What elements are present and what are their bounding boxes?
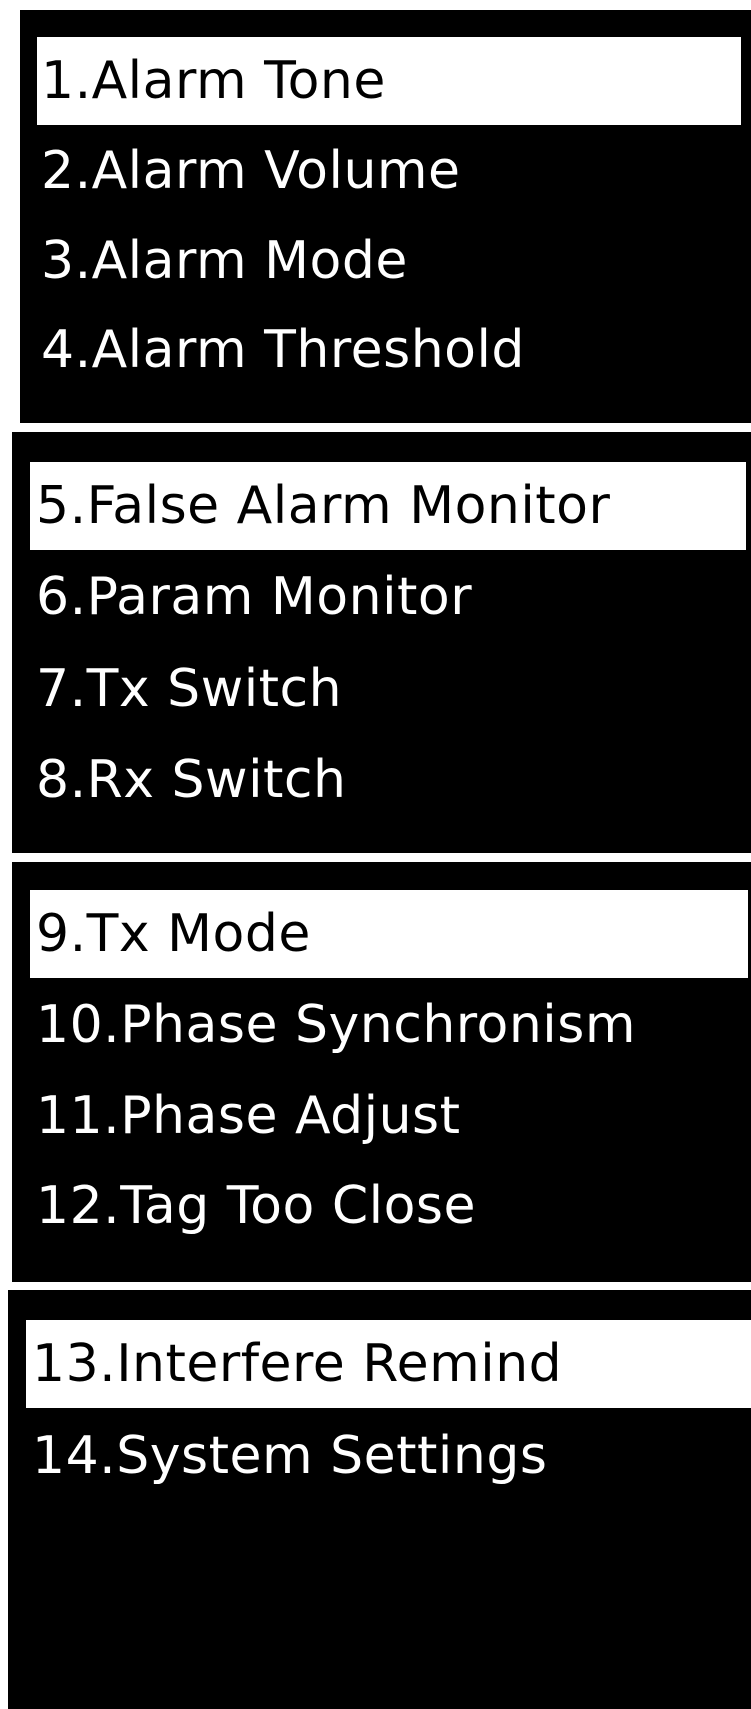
menu-item-alarm-threshold[interactable]: 4.Alarm Threshold — [37, 306, 741, 394]
menu-screen-1: 1.Alarm Tone 2.Alarm Volume 3.Alarm Mode… — [20, 10, 751, 423]
menu-item-alarm-tone[interactable]: 1.Alarm Tone — [37, 37, 741, 125]
menu-item-label: 8.Rx Switch — [36, 750, 347, 810]
menu-item-tag-too-close[interactable]: 12.Tag Too Close — [30, 1162, 748, 1250]
menu-item-label: 3.Alarm Mode — [41, 231, 408, 291]
menu-item-alarm-mode[interactable]: 3.Alarm Mode — [37, 217, 741, 305]
menu-item-phase-adjust[interactable]: 11.Phase Adjust — [30, 1072, 748, 1160]
menu-item-rx-switch[interactable]: 8.Rx Switch — [30, 736, 746, 824]
menu-item-label: 10.Phase Synchronism — [36, 995, 636, 1055]
menu-item-interfere-remind[interactable]: 13.Interfere Remind — [26, 1320, 751, 1408]
menu-item-label: 9.Tx Mode — [36, 904, 311, 964]
menu-item-label: 2.Alarm Volume — [41, 141, 461, 201]
menu-item-label: 4.Alarm Threshold — [41, 320, 525, 380]
menu-item-param-monitor[interactable]: 6.Param Monitor — [30, 553, 746, 641]
menu-item-phase-synchronism[interactable]: 10.Phase Synchronism — [30, 981, 748, 1069]
menu-screen-3: 9.Tx Mode 10.Phase Synchronism 11.Phase … — [12, 862, 751, 1282]
menu-item-false-alarm-monitor[interactable]: 5.False Alarm Monitor — [30, 462, 746, 550]
menu-item-label: 1.Alarm Tone — [41, 51, 386, 111]
menu-item-system-settings[interactable]: 14.System Settings — [26, 1412, 751, 1500]
menu-item-label: 5.False Alarm Monitor — [36, 476, 611, 536]
menu-screen-2: 5.False Alarm Monitor 6.Param Monitor 7.… — [12, 432, 751, 853]
menu-item-label: 11.Phase Adjust — [36, 1086, 461, 1146]
menu-item-label: 6.Param Monitor — [36, 567, 473, 627]
menu-item-label: 13.Interfere Remind — [32, 1334, 563, 1394]
menu-item-tx-switch[interactable]: 7.Tx Switch — [30, 645, 746, 733]
menu-screen-4: 13.Interfere Remind 14.System Settings — [8, 1290, 751, 1709]
menu-item-tx-mode[interactable]: 9.Tx Mode — [30, 890, 748, 978]
menu-item-alarm-volume[interactable]: 2.Alarm Volume — [37, 127, 741, 215]
menu-item-label: 12.Tag Too Close — [36, 1176, 476, 1236]
menu-item-label: 7.Tx Switch — [36, 659, 343, 719]
menu-item-label: 14.System Settings — [32, 1426, 548, 1486]
